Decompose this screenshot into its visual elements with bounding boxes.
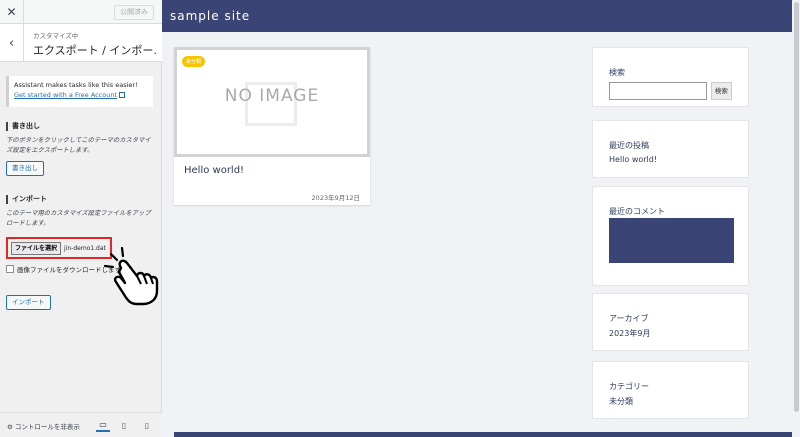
tablet-icon[interactable]: ▯ xyxy=(117,418,131,432)
mobile-icon[interactable]: ▯ xyxy=(140,418,154,432)
choose-file-button[interactable]: ファイルを選択 xyxy=(11,241,62,255)
search-button[interactable]: 検索 xyxy=(710,82,732,100)
import-button-wrap: インポート xyxy=(6,289,51,310)
post-title[interactable]: Hello world! xyxy=(184,165,244,176)
footer-bar xyxy=(174,432,800,437)
category-link[interactable]: 未分類 xyxy=(609,396,732,407)
recent-comments-title: 最近のコメント xyxy=(609,207,665,216)
archive-link[interactable]: 2023年9月 xyxy=(609,328,732,339)
customizer-topbar: ✕ 公開済み xyxy=(0,0,162,24)
download-images-checkbox[interactable] xyxy=(6,265,14,273)
categories-widget: カテゴリー 未分類 xyxy=(592,361,749,419)
hide-controls-label: コントロールを非表示 xyxy=(14,423,80,431)
external-link-icon xyxy=(119,91,125,98)
desktop-icon[interactable]: ▭ xyxy=(96,418,110,432)
published-button[interactable]: 公開済み xyxy=(114,5,154,20)
search-input[interactable] xyxy=(609,82,707,100)
free-account-link[interactable]: Get started with a Free Account xyxy=(14,91,117,99)
archives-title: アーカイブ xyxy=(609,314,649,323)
export-description: 下のボタンをクリックしてこのテーマのカスタマイズ設定をエクスポートします。 xyxy=(6,137,151,154)
export-button[interactable]: 書き出し xyxy=(6,161,44,176)
search-widget-title: 検索 xyxy=(609,68,625,77)
scrollbar[interactable] xyxy=(792,0,800,437)
import-section: インポート このテーマ用のカスタマイズ設定ファイルをアップロードします。 xyxy=(6,195,156,228)
no-image-text: NO IMAGE xyxy=(224,86,320,106)
import-button[interactable]: インポート xyxy=(6,295,51,310)
comments-block xyxy=(609,218,734,263)
search-widget: 検索 検索 xyxy=(592,47,749,107)
scrollbar-thumb[interactable] xyxy=(794,2,799,412)
site-header: sample site xyxy=(162,0,800,32)
file-name: jin-demo1.dat xyxy=(64,244,106,252)
post-thumbnail[interactable]: 未分類 NO IMAGE xyxy=(174,47,370,157)
assistant-notice: Assistant makes tasks like this easier! … xyxy=(6,76,153,107)
export-title: 書き出し xyxy=(6,122,156,131)
notice-text: Assistant makes tasks like this easier! xyxy=(14,81,138,89)
section-title: エクスポート / インポー… xyxy=(33,44,157,57)
close-icon[interactable]: ✕ xyxy=(0,0,24,24)
customizer-panel: ✕ 公開済み ‹ カスタマイズ中 エクスポート / インポー… Assistan… xyxy=(0,0,162,437)
post-date: 2023年9月12日 xyxy=(311,194,360,202)
recent-post-link[interactable]: Hello world! xyxy=(609,155,732,164)
file-input-highlight: ファイルを選択 jin-demo1.dat xyxy=(6,237,112,259)
customizer-footer: ⚙ コントロールを非表示 ▭ ▯ ▯ xyxy=(0,412,162,437)
hide-controls-button[interactable]: ⚙ コントロールを非表示 xyxy=(7,421,80,431)
chevron-left-icon[interactable]: ‹ xyxy=(0,24,24,62)
archives-widget: アーカイブ 2023年9月 xyxy=(592,293,749,351)
recent-posts-title: 最近の投稿 xyxy=(609,141,649,150)
import-title: インポート xyxy=(6,195,156,204)
category-badge: 未分類 xyxy=(182,56,206,67)
breadcrumb: カスタマイズ中 xyxy=(33,32,79,40)
site-title[interactable]: sample site xyxy=(170,9,250,23)
categories-title: カテゴリー xyxy=(609,382,649,391)
site-preview: sample site 未分類 NO IMAGE Hello world! 20… xyxy=(162,0,800,437)
post-card[interactable]: 未分類 NO IMAGE Hello world! 2023年9月12日 xyxy=(174,47,370,205)
recent-posts-widget: 最近の投稿 Hello world! xyxy=(592,120,749,178)
export-section: 書き出し 下のボタンをクリックしてこのテーマのカスタマイズ設定をエクスポートしま… xyxy=(6,122,156,176)
section-header: ‹ カスタマイズ中 エクスポート / インポー… xyxy=(0,24,162,62)
recent-comments-widget: 最近のコメント xyxy=(592,186,749,286)
hand-pointer-icon xyxy=(103,246,159,306)
import-description: このテーマ用のカスタマイズ設定ファイルをアップロードします。 xyxy=(6,210,151,227)
